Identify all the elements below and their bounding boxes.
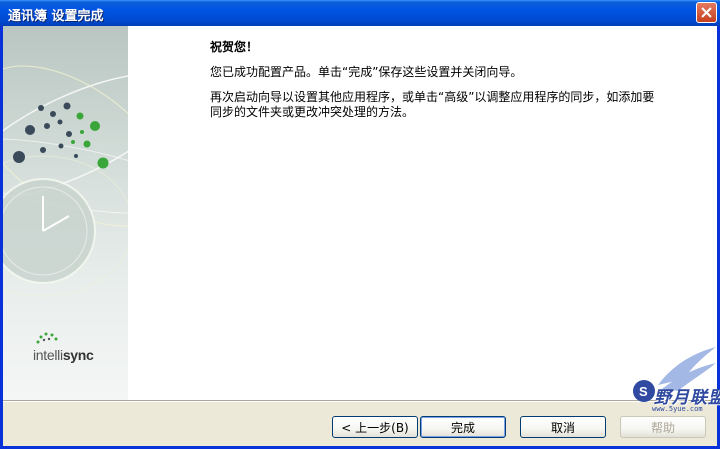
- finish-button[interactable]: 完成: [420, 416, 506, 438]
- wizard-content: intellisync 祝贺您！ 您已成功配置产品。单击“完成”保存这些设置并关…: [3, 26, 717, 400]
- logo-dots-icon: [36, 332, 58, 344]
- window-title: 通讯簿 设置完成: [8, 9, 104, 24]
- wizard-sidebar: intellisync: [3, 26, 128, 400]
- title-bar: 通讯簿 设置完成: [0, 0, 720, 26]
- logo-text-sync: sync: [62, 347, 94, 363]
- congrats-heading: 祝贺您！: [210, 40, 259, 54]
- logo-text-intelli: intelli: [33, 347, 63, 363]
- close-icon: [701, 7, 712, 18]
- clock-icon: [3, 178, 96, 284]
- cancel-button[interactable]: 取消: [520, 416, 606, 438]
- back-button[interactable]: < 上一步(B): [332, 416, 418, 438]
- close-button[interactable]: [696, 2, 717, 23]
- button-separator: [3, 400, 717, 402]
- success-message: 您已成功配置产品。单击“完成”保存这些设置并关闭向导。: [210, 65, 523, 79]
- wizard-text: 祝贺您！ 您已成功配置产品。单击“完成”保存这些设置并关闭向导。 再次启动向导以…: [210, 38, 660, 130]
- restart-hint: 再次启动向导以设置其他应用程序，或单击“高级”以调整应用程序的同步，如添加要同步…: [210, 90, 655, 119]
- help-button[interactable]: 帮助: [620, 416, 706, 438]
- intellisync-logo: intellisync: [33, 331, 113, 371]
